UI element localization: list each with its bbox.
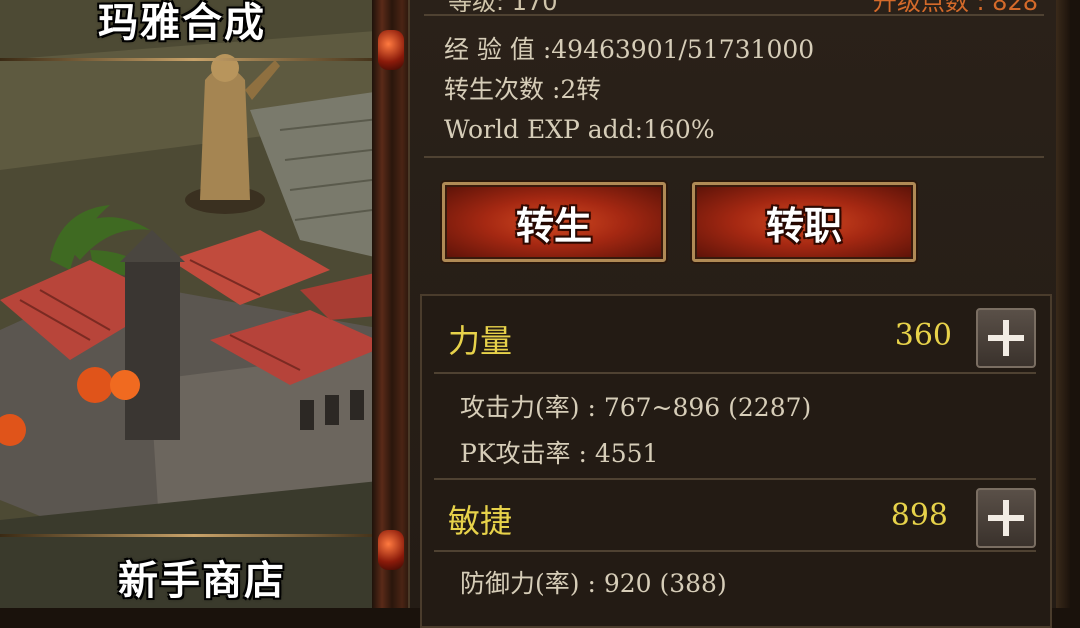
stat-row-strength: 力量 360 [422, 296, 1050, 372]
red-gem-ornament [378, 30, 404, 70]
building-scene: 玛雅合成 新手商店 [0, 0, 388, 608]
stat-row-agility: 敏捷 898 [422, 476, 1050, 552]
add-agility-button[interactable] [976, 488, 1036, 548]
divider-line [434, 550, 1036, 552]
character-info: 经 验 值 :49463901/51731000 转生次数 :2转 World … [444, 30, 814, 150]
add-strength-button[interactable] [976, 308, 1036, 368]
divider-line [434, 372, 1036, 374]
rebirth-button-label: 转生 [515, 203, 592, 248]
red-gem-ornament [378, 530, 404, 570]
panel-edge [1056, 0, 1070, 608]
level-row-clipped: 等级: 170 升级点数 : 828 [426, 0, 1046, 12]
rebirth-button[interactable]: 转生 [442, 182, 666, 262]
stat-name-strength: 力量 [448, 322, 513, 360]
stat-name-agility: 敏捷 [448, 502, 513, 540]
exp-value: 经 验 值 :49463901/51731000 [444, 35, 815, 64]
castle-illustration [0, 0, 388, 608]
ornate-divider [372, 0, 412, 608]
stat-value-agility: 898 [890, 498, 948, 533]
defense-power: 防御力(率) : 920 (388) [460, 569, 727, 598]
menu-frame-bottom [0, 534, 388, 537]
rebirth-count: 转生次数 :2转 [444, 75, 602, 104]
change-job-button[interactable]: 转职 [692, 182, 916, 262]
divider-line [424, 156, 1044, 158]
divider-line [424, 14, 1044, 16]
upgrade-points-label: 升级点数 : 828 [873, 0, 1038, 12]
newbie-shop-menu-item[interactable]: 新手商店 [118, 548, 286, 606]
world-exp-bonus: World EXP add:160% [444, 115, 715, 144]
menu-frame-top [0, 58, 388, 61]
change-job-button-label: 转职 [765, 203, 842, 248]
level-label: 等级: 170 [448, 0, 558, 12]
maya-synthesis-menu-item[interactable]: 玛雅合成 [98, 0, 266, 48]
character-stats-panel: 等级: 170 升级点数 : 828 经 验 值 :49463901/51731… [408, 0, 1070, 628]
stats-box: 力量 360 攻击力(率) : 767~896 (2287) PK攻击率 : 4… [420, 294, 1052, 628]
stat-value-strength: 360 [894, 318, 952, 353]
attack-power: 攻击力(率) : 767~896 (2287) [460, 393, 812, 422]
pk-attack-rate: PK攻击率 : 4551 [460, 439, 659, 468]
